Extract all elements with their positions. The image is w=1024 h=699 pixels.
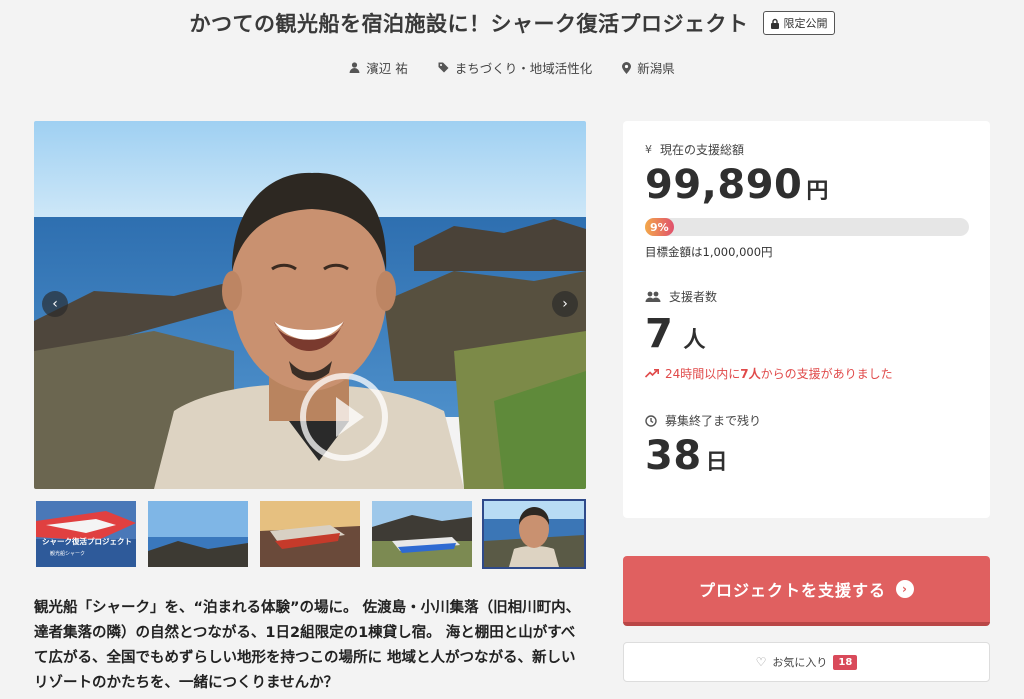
chevron-right-icon: › <box>896 580 914 598</box>
thumbnail-2[interactable] <box>146 499 250 569</box>
funding-unit: 円 <box>806 179 829 204</box>
favorite-label: お気に入り <box>772 656 828 669</box>
summary-line-4: リゾートのかたちを、一緒につくりませんか？ <box>34 675 339 691</box>
trending-up-icon <box>645 369 659 378</box>
page-title: かつての観光船を宿泊施設に！シャーク復活プロジェクト <box>189 12 749 36</box>
project-summary: 観光船「シャーク」を、“泊まれる体験”の場に。 佐渡島・小川集落（旧相川町内、 … <box>34 596 590 696</box>
trend-count: 7人 <box>740 367 761 381</box>
progress-label: 9% <box>650 220 669 234</box>
lock-icon <box>770 18 779 29</box>
owner[interactable]: 濱辺 祐 <box>349 58 408 77</box>
thumbnail-1[interactable]: シャーク復活プロジェクト 観光船シャーク <box>34 499 138 569</box>
funding-progress-fill: 9% <box>645 218 675 236</box>
private-badge: 限定公開 <box>762 11 835 35</box>
remaining-days: 38 <box>645 433 702 479</box>
remaining-label: 募集終了まで残り <box>665 414 762 428</box>
funding-stats-card: ¥ 現在の支援総額 99,890 円 9% 目標金額は1,000,000円 支援者… <box>623 121 990 518</box>
funding-label: 現在の支援総額 <box>660 143 745 157</box>
thumbnail-subcaption: 観光船シャーク <box>50 550 85 557</box>
heart-icon: ♡ <box>755 655 767 669</box>
map-pin-icon <box>622 61 632 74</box>
favorite-count-badge: 18 <box>833 654 858 670</box>
tag-icon <box>438 62 449 73</box>
supporters-label: 支援者数 <box>669 290 718 304</box>
carousel-next-button[interactable]: › <box>552 291 578 317</box>
play-icon <box>336 397 364 437</box>
goal-amount: 目標金額は1,000,000円 <box>645 245 773 259</box>
category[interactable]: まちづくり・地域活性化 <box>438 58 593 77</box>
supporters-count: 7 <box>645 311 674 357</box>
thumbnail-4[interactable] <box>370 499 474 569</box>
remaining-unit: 日 <box>705 450 728 475</box>
media-thumbnails: シャーク復活プロジェクト 観光船シャーク <box>34 499 586 569</box>
category-name: まちづくり・地域活性化 <box>454 61 593 76</box>
support-project-button[interactable]: プロジェクトを支援する › <box>623 556 990 626</box>
private-badge-label: 限定公開 <box>783 17 828 30</box>
funding-progress-bar: 9% <box>645 218 969 236</box>
trend-suffix: からの支援がありました <box>760 367 893 381</box>
remaining-label-row: 募集終了まで残り <box>645 412 968 429</box>
funding-label-row: ¥ 現在の支援総額 <box>645 141 968 158</box>
location[interactable]: 新潟県 <box>622 58 675 77</box>
summary-line-2: 達者集落の隣）の自然とつながる、1日2組限定の1棟貸し宿。 海と棚田と山がすべ <box>34 625 576 641</box>
user-icon <box>349 62 360 73</box>
yen-icon: ¥ <box>645 143 652 156</box>
recent-support-trend: 24時間以内に7人からの支援がありました <box>645 365 968 382</box>
summary-line-1: 観光船「シャーク」を、“泊まれる体験”の場に。 佐渡島・小川集落（旧相川町内、 <box>34 600 581 616</box>
favorite-button[interactable]: ♡ お気に入り 18 <box>623 642 990 682</box>
support-button-label: プロジェクトを支援する <box>698 581 886 600</box>
clock-icon <box>645 414 657 427</box>
title-row: かつての観光船を宿泊施設に！シャーク復活プロジェクト 限定公開 <box>0 8 1024 38</box>
funding-amount: 99,890 <box>645 162 803 208</box>
thumbnail-5[interactable] <box>482 499 586 569</box>
supporters-unit: 人 <box>683 328 706 353</box>
trend-prefix: 24時間以内に <box>665 367 741 381</box>
carousel-prev-button[interactable]: ‹ <box>42 291 68 317</box>
owner-name: 濱辺 祐 <box>366 61 408 76</box>
project-meta: 濱辺 祐 まちづくり・地域活性化 新潟県 <box>0 58 1024 77</box>
supporters-label-row: 支援者数 <box>645 288 968 305</box>
thumbnail-3[interactable] <box>258 499 362 569</box>
summary-line-3: て広がる、全国でもめずらしい地形を持つこの場所に 地域と人がつながる、新しい <box>34 650 576 666</box>
thumbnail-caption: シャーク復活プロジェクト <box>42 536 132 546</box>
main-media-video[interactable] <box>34 121 586 489</box>
users-icon <box>645 291 661 302</box>
location-name: 新潟県 <box>637 61 675 76</box>
